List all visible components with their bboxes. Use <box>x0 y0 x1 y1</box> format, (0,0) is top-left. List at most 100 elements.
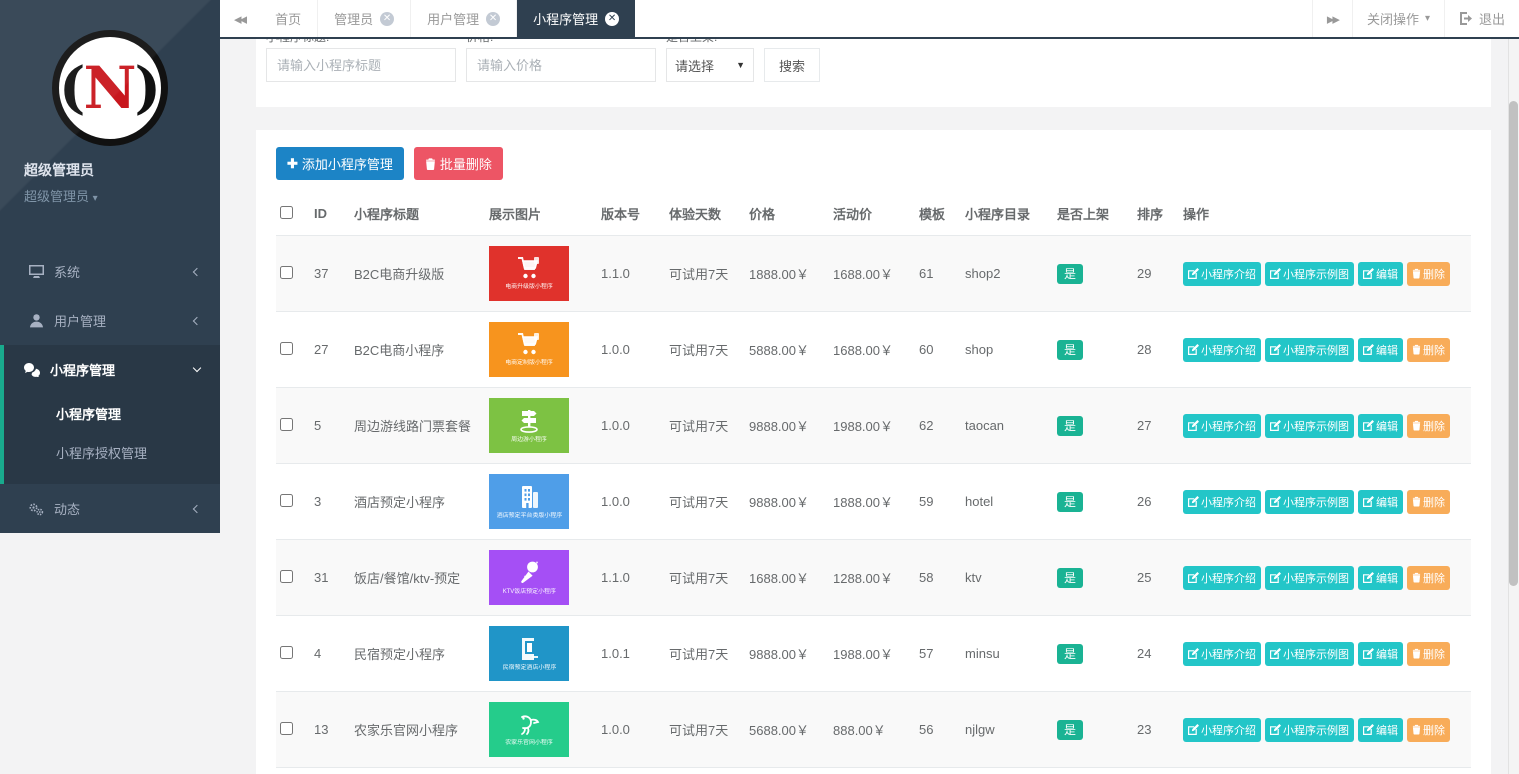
action-delete-button[interactable]: 删除 <box>1407 718 1450 742</box>
edit-icon <box>1270 268 1281 279</box>
vertical-scrollbar-track[interactable] <box>1508 39 1519 774</box>
action-edit-button[interactable]: 编辑 <box>1358 262 1403 286</box>
search-button[interactable]: 搜索 <box>764 48 820 82</box>
tab-bar: ◂◂ 首页管理员✕用户管理✕小程序管理✕ ▸▸ 关闭操作▾ 退出 <box>220 0 1519 39</box>
cell-activity-price: 1688.00￥ <box>829 236 915 312</box>
action-delete-button[interactable]: 删除 <box>1407 642 1450 666</box>
action-delete-button[interactable]: 删除 <box>1407 566 1450 590</box>
trash-icon <box>1412 344 1421 355</box>
thumbnail-bird-icon: 农家乐官网小程序 <box>489 702 569 757</box>
action-example-button[interactable]: 小程序示例图 <box>1265 566 1354 590</box>
action-delete-button[interactable]: 删除 <box>1407 490 1450 514</box>
on-shelf-badge[interactable]: 是 <box>1057 492 1083 512</box>
close-operations-dropdown[interactable]: 关闭操作▾ <box>1352 0 1444 37</box>
tab-管理员[interactable]: 管理员✕ <box>318 0 411 37</box>
tab-close-icon[interactable]: ✕ <box>380 12 394 26</box>
action-intro-button[interactable]: 小程序介绍 <box>1183 718 1261 742</box>
on-shelf-badge[interactable]: 是 <box>1057 644 1083 664</box>
price-search-input[interactable] <box>466 48 656 82</box>
cell-sort: 24 <box>1133 616 1179 692</box>
edit-icon <box>1188 420 1199 431</box>
on-shelf-badge[interactable]: 是 <box>1057 568 1083 588</box>
action-edit-button[interactable]: 编辑 <box>1358 642 1403 666</box>
sidebar-item-系统[interactable]: 系统 <box>0 247 220 296</box>
sidebar-item-动态[interactable]: 动态 <box>0 484 220 533</box>
comments-icon <box>24 362 40 378</box>
action-edit-button[interactable]: 编辑 <box>1358 490 1403 514</box>
batch-delete-button[interactable]: 批量删除 <box>414 147 503 180</box>
sidebar-item-小程序管理[interactable]: 小程序管理 <box>4 345 220 394</box>
on-shelf-badge[interactable]: 是 <box>1057 264 1083 284</box>
on-shelf-badge[interactable]: 是 <box>1057 416 1083 436</box>
cell-price: 5688.00￥ <box>745 692 829 768</box>
tabs-scroll-left-button[interactable]: ◂◂ <box>220 0 259 37</box>
action-edit-button[interactable]: 编辑 <box>1358 338 1403 362</box>
trash-icon <box>1412 420 1421 431</box>
row-checkbox[interactable] <box>280 266 293 279</box>
action-example-button[interactable]: 小程序示例图 <box>1265 490 1354 514</box>
row-checkbox[interactable] <box>280 722 293 735</box>
edit-icon <box>1363 496 1374 507</box>
sidebar-item-用户管理[interactable]: 用户管理 <box>0 296 220 345</box>
sidebar: (N) 超级管理员 超级管理员 ▾ 系统用户管理小程序管理小程序管理小程序授权管… <box>0 0 220 533</box>
edit-icon <box>1270 648 1281 659</box>
column-header-价格: 价格 <box>745 196 829 236</box>
row-actions: 小程序介绍小程序示例图编辑删除 <box>1183 642 1467 666</box>
role-dropdown[interactable]: 超级管理员 ▾ <box>24 186 220 205</box>
action-example-button[interactable]: 小程序示例图 <box>1265 414 1354 438</box>
cell-template: 60 <box>915 312 961 388</box>
row-checkbox[interactable] <box>280 342 293 355</box>
sidebar-submenu: 小程序管理小程序授权管理 <box>4 394 220 484</box>
sidebar-group-3: 动态 <box>0 484 220 533</box>
action-intro-button[interactable]: 小程序介绍 <box>1183 642 1261 666</box>
on-shelf-badge[interactable]: 是 <box>1057 340 1083 360</box>
action-delete-button[interactable]: 删除 <box>1407 338 1450 362</box>
tab-close-icon[interactable]: ✕ <box>486 12 500 26</box>
action-example-button[interactable]: 小程序示例图 <box>1265 642 1354 666</box>
trash-icon <box>425 158 436 170</box>
action-edit-button[interactable]: 编辑 <box>1358 414 1403 438</box>
user-icon <box>28 313 44 329</box>
row-checkbox[interactable] <box>280 494 293 507</box>
table-row: 是小程序介绍小程序示例图编辑删除 <box>276 768 1471 774</box>
cell-price: 9888.00￥ <box>745 388 829 464</box>
edit-icon <box>1270 724 1281 735</box>
row-checkbox[interactable] <box>280 570 293 583</box>
logout-button[interactable]: 退出 <box>1444 0 1519 37</box>
brand-logo-icon: (N) <box>52 30 168 146</box>
action-intro-button[interactable]: 小程序介绍 <box>1183 490 1261 514</box>
tab-用户管理[interactable]: 用户管理✕ <box>411 0 517 37</box>
action-example-button[interactable]: 小程序示例图 <box>1265 718 1354 742</box>
action-edit-button[interactable]: 编辑 <box>1358 566 1403 590</box>
row-checkbox[interactable] <box>280 646 293 659</box>
select-all-checkbox[interactable] <box>280 206 293 219</box>
action-intro-button[interactable]: 小程序介绍 <box>1183 338 1261 362</box>
vertical-scrollbar-thumb[interactable] <box>1509 101 1518 586</box>
action-delete-button[interactable]: 删除 <box>1407 414 1450 438</box>
cell-price: 1888.00￥ <box>745 236 829 312</box>
add-miniprogram-button[interactable]: ✚ 添加小程序管理 <box>276 147 404 180</box>
cell-template: 58 <box>915 540 961 616</box>
action-delete-button[interactable]: 删除 <box>1407 262 1450 286</box>
cell-price: 5888.00￥ <box>745 312 829 388</box>
tabs-scroll-right-button[interactable]: ▸▸ <box>1312 0 1352 37</box>
tab-close-icon[interactable]: ✕ <box>605 12 619 26</box>
tab-小程序管理[interactable]: 小程序管理✕ <box>517 0 635 37</box>
row-actions: 小程序介绍小程序示例图编辑删除 <box>1183 414 1467 438</box>
desktop-icon <box>28 264 44 280</box>
sidebar-subitem-小程序管理[interactable]: 小程序管理 <box>4 394 220 433</box>
sidebar-subitem-小程序授权管理[interactable]: 小程序授权管理 <box>4 433 220 472</box>
action-example-button[interactable]: 小程序示例图 <box>1265 262 1354 286</box>
column-header-活动价: 活动价 <box>829 196 915 236</box>
shelf-status-select[interactable]: 请选择 ▼ <box>666 48 754 82</box>
action-intro-button[interactable]: 小程序介绍 <box>1183 262 1261 286</box>
action-intro-button[interactable]: 小程序介绍 <box>1183 414 1261 438</box>
action-intro-button[interactable]: 小程序介绍 <box>1183 566 1261 590</box>
on-shelf-badge[interactable]: 是 <box>1057 720 1083 740</box>
cell-id: 37 <box>310 236 350 312</box>
row-checkbox[interactable] <box>280 418 293 431</box>
title-search-input[interactable] <box>266 48 456 82</box>
tab-首页[interactable]: 首页 <box>259 0 318 37</box>
action-edit-button[interactable]: 编辑 <box>1358 718 1403 742</box>
action-example-button[interactable]: 小程序示例图 <box>1265 338 1354 362</box>
